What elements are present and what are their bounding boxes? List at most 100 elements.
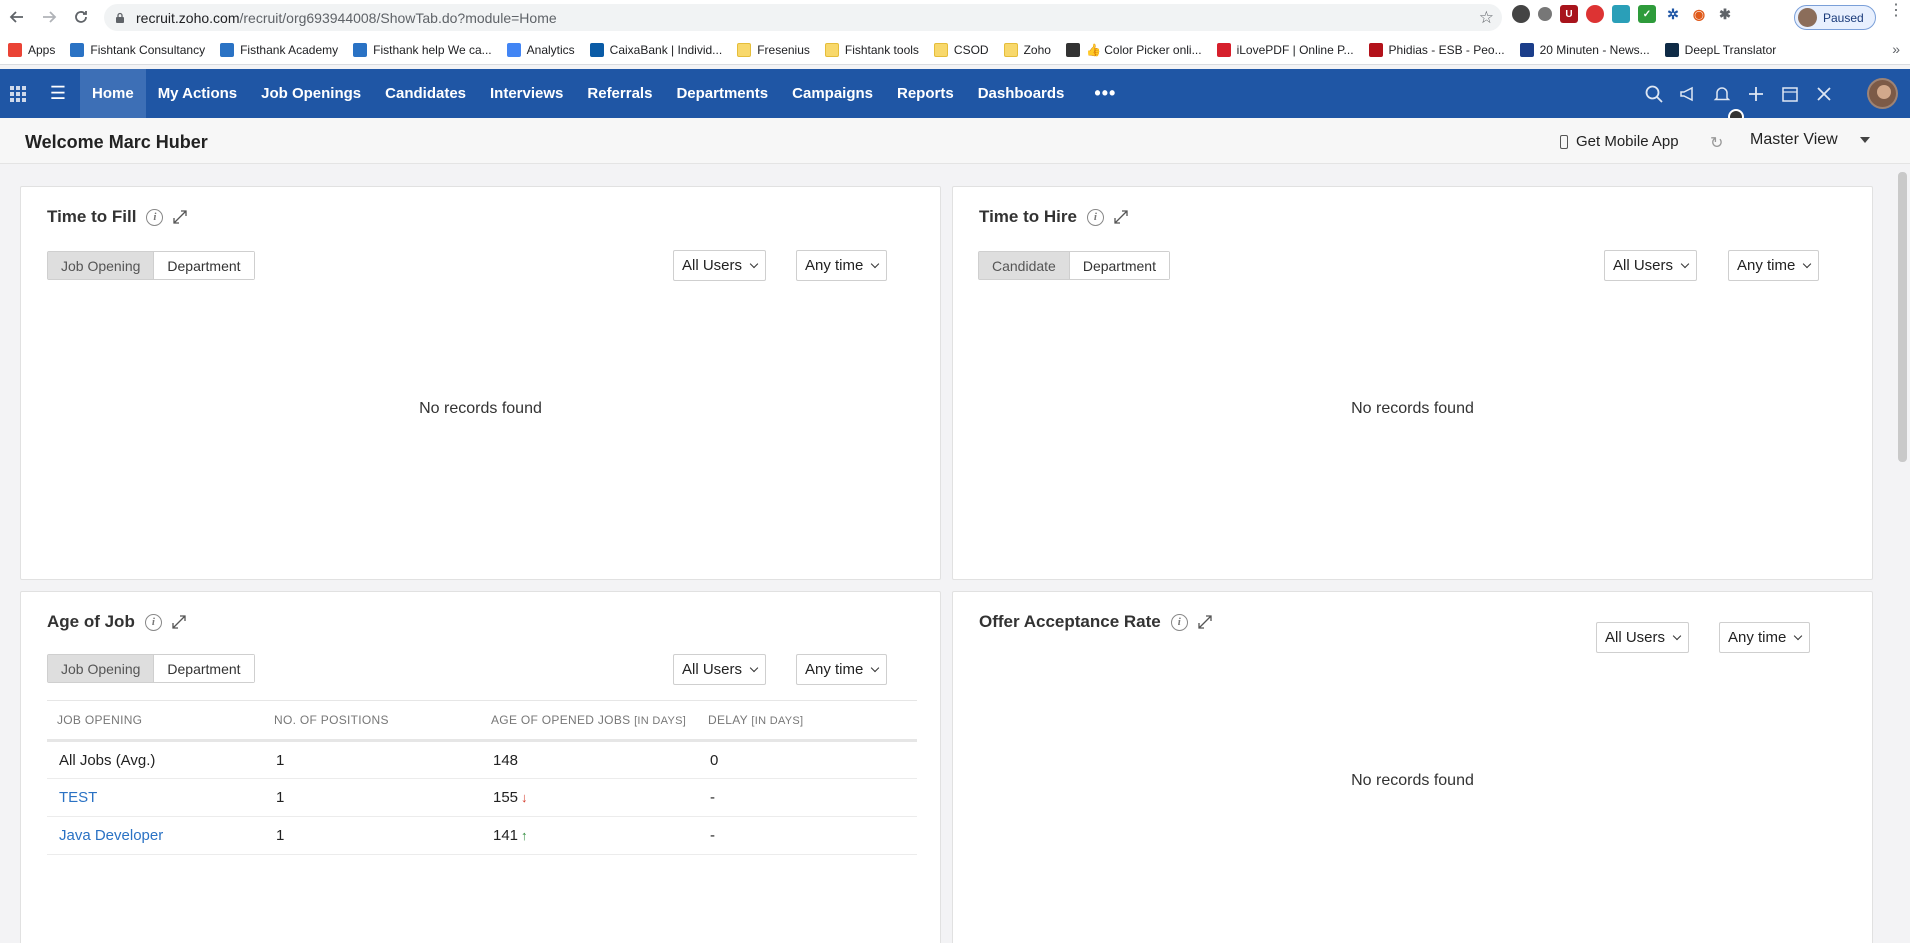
toggle-department[interactable]: Department bbox=[154, 655, 254, 682]
tab-my-actions[interactable]: My Actions bbox=[146, 69, 249, 118]
tab-referrals[interactable]: Referrals bbox=[575, 69, 664, 118]
arrow-up-icon: ↑ bbox=[521, 828, 528, 843]
tab-interviews[interactable]: Interviews bbox=[478, 69, 575, 118]
url-path: /recruit/org693944008/ShowTab.do?module=… bbox=[239, 9, 557, 26]
toggle-department[interactable]: Department bbox=[1069, 252, 1169, 279]
hamburger-menu-icon[interactable]: ☰ bbox=[36, 69, 80, 118]
bookmark-item[interactable]: Apps bbox=[8, 42, 55, 57]
arrow-down-icon: ↓ bbox=[521, 790, 528, 805]
time-dropdown[interactable]: Any time bbox=[796, 250, 888, 281]
users-dropdown[interactable]: All Users bbox=[1604, 250, 1698, 281]
bell-icon[interactable] bbox=[1712, 84, 1732, 104]
bookmark-item[interactable]: Fisthank help We ca... bbox=[353, 42, 492, 57]
extension-icon[interactable] bbox=[1586, 5, 1604, 23]
back-arrow-icon[interactable] bbox=[6, 6, 28, 28]
gear-extension-icon[interactable]: ✲ bbox=[1664, 5, 1682, 23]
bookmark-label: iLovePDF | Online P... bbox=[1236, 42, 1354, 57]
extension-icon[interactable] bbox=[1538, 7, 1552, 21]
setup-tools-icon[interactable] bbox=[1814, 84, 1834, 104]
extension-icon[interactable]: ◉ bbox=[1690, 5, 1708, 23]
bookmark-label: 👍 Color Picker onli... bbox=[1085, 42, 1202, 57]
more-bookmarks-icon[interactable]: » bbox=[1892, 41, 1900, 57]
browser-menu-icon[interactable]: ⋮ bbox=[1888, 3, 1904, 19]
column-header-unit: [IN DAYS] bbox=[751, 715, 804, 727]
bookmark-item[interactable]: Fishtank Consultancy bbox=[70, 42, 205, 57]
bookmark-item[interactable]: Fresenius bbox=[737, 42, 810, 57]
lock-icon bbox=[116, 12, 124, 23]
empty-state: No records found bbox=[1351, 400, 1474, 417]
bookmark-item[interactable]: DeepL Translator bbox=[1664, 42, 1776, 57]
bookmark-item[interactable]: Analytics bbox=[506, 42, 575, 57]
expand-icon[interactable] bbox=[173, 210, 188, 224]
bookmark-item[interactable]: Fisthank Academy bbox=[220, 42, 338, 57]
checkmark-icon[interactable]: ✓ bbox=[1638, 5, 1656, 23]
tab-reports[interactable]: Reports bbox=[885, 69, 966, 118]
bookmark-item[interactable]: 👍 Color Picker onli... bbox=[1065, 42, 1202, 57]
address-bar[interactable]: recruit.zoho.com/recruit/org693944008/Sh… bbox=[104, 4, 1502, 31]
toggle-job-opening[interactable]: Job Opening bbox=[48, 655, 155, 682]
toggle-candidate[interactable]: Candidate bbox=[979, 252, 1070, 279]
tab-dashboards[interactable]: Dashboards bbox=[966, 69, 1077, 118]
expand-icon[interactable] bbox=[1198, 615, 1212, 629]
users-dropdown[interactable]: All Users bbox=[1596, 622, 1690, 653]
users-dropdown[interactable]: All Users bbox=[673, 654, 767, 685]
users-dropdown[interactable]: All Users bbox=[673, 250, 767, 281]
users-dropdown-value: All Users bbox=[1613, 257, 1674, 274]
extension-icon[interactable] bbox=[1612, 5, 1630, 23]
tab-candidates[interactable]: Candidates bbox=[373, 69, 478, 118]
table-header-row: JOB OPENING NO. OF POSITIONS AGE OF OPEN… bbox=[47, 700, 917, 742]
profile-avatar bbox=[1798, 8, 1817, 27]
age-value: 155 bbox=[493, 789, 519, 806]
toggle-department[interactable]: Department bbox=[154, 252, 254, 279]
tab-home[interactable]: Home bbox=[80, 69, 146, 118]
expand-icon[interactable] bbox=[172, 615, 186, 629]
ublock-icon[interactable]: U bbox=[1560, 5, 1578, 23]
user-avatar[interactable] bbox=[1867, 78, 1898, 109]
time-dropdown[interactable]: Any time bbox=[1719, 622, 1811, 653]
page-scrollbar[interactable] bbox=[1898, 172, 1907, 462]
time-dropdown[interactable]: Any time bbox=[1728, 250, 1820, 281]
app-launcher-icon[interactable] bbox=[0, 69, 36, 118]
view-selector[interactable]: Master View bbox=[1750, 131, 1870, 149]
card-title-text: Time to Fill bbox=[47, 207, 137, 226]
extension-icon[interactable] bbox=[1512, 5, 1530, 23]
bookmark-item[interactable]: Fishtank tools bbox=[824, 42, 919, 57]
bookmark-item[interactable]: CaixaBank | Individ... bbox=[589, 42, 722, 57]
forward-arrow-icon[interactable] bbox=[38, 6, 60, 28]
bookmark-item[interactable]: 20 Minuten - News... bbox=[1519, 42, 1650, 57]
bookmark-star-icon[interactable]: ☆ bbox=[1479, 8, 1494, 28]
info-icon[interactable]: i bbox=[1086, 208, 1104, 226]
tab-departments[interactable]: Departments bbox=[664, 69, 780, 118]
time-dropdown-value: Any time bbox=[1728, 629, 1787, 646]
profile-status: Paused bbox=[1823, 10, 1864, 25]
table-row: TEST 1 155 ↓ - bbox=[47, 778, 917, 817]
puzzle-icon[interactable]: ✱ bbox=[1716, 5, 1734, 23]
empty-state: No records found bbox=[419, 400, 542, 417]
get-mobile-app-link[interactable]: Get Mobile App bbox=[1560, 133, 1679, 150]
bookmark-item[interactable]: iLovePDF | Online P... bbox=[1216, 42, 1354, 57]
expand-icon[interactable] bbox=[1114, 210, 1128, 224]
more-tabs-button[interactable]: ••• bbox=[1076, 69, 1134, 118]
profile-button[interactable]: Paused bbox=[1794, 5, 1876, 30]
info-icon[interactable]: i bbox=[144, 613, 162, 631]
bookmark-item[interactable]: Zoho bbox=[1003, 42, 1051, 57]
time-dropdown[interactable]: Any time bbox=[796, 654, 888, 685]
calendar-icon[interactable] bbox=[1780, 84, 1800, 104]
reload-icon[interactable] bbox=[70, 6, 92, 28]
browser-toolbar: recruit.zoho.com/recruit/org693944008/Sh… bbox=[0, 0, 1910, 35]
job-opening-cell[interactable]: TEST bbox=[47, 778, 264, 817]
tab-campaigns[interactable]: Campaigns bbox=[780, 69, 885, 118]
refresh-icon[interactable]: ↻ bbox=[1710, 133, 1723, 153]
age-of-job-table: JOB OPENING NO. OF POSITIONS AGE OF OPEN… bbox=[47, 700, 917, 855]
info-icon[interactable]: i bbox=[146, 208, 164, 226]
announcement-icon[interactable] bbox=[1678, 84, 1698, 104]
toggle-job-opening[interactable]: Job Opening bbox=[48, 252, 155, 279]
search-icon[interactable] bbox=[1644, 84, 1664, 104]
info-icon[interactable]: i bbox=[1170, 613, 1188, 631]
job-opening-cell[interactable]: Java Developer bbox=[47, 816, 264, 855]
bookmark-item[interactable]: CSOD bbox=[933, 42, 989, 57]
bookmark-item[interactable]: Phidias - ESB - Peo... bbox=[1368, 42, 1505, 57]
plus-icon[interactable] bbox=[1746, 84, 1766, 104]
chevron-down-icon bbox=[1803, 259, 1812, 268]
tab-job-openings[interactable]: Job Openings bbox=[249, 69, 373, 118]
